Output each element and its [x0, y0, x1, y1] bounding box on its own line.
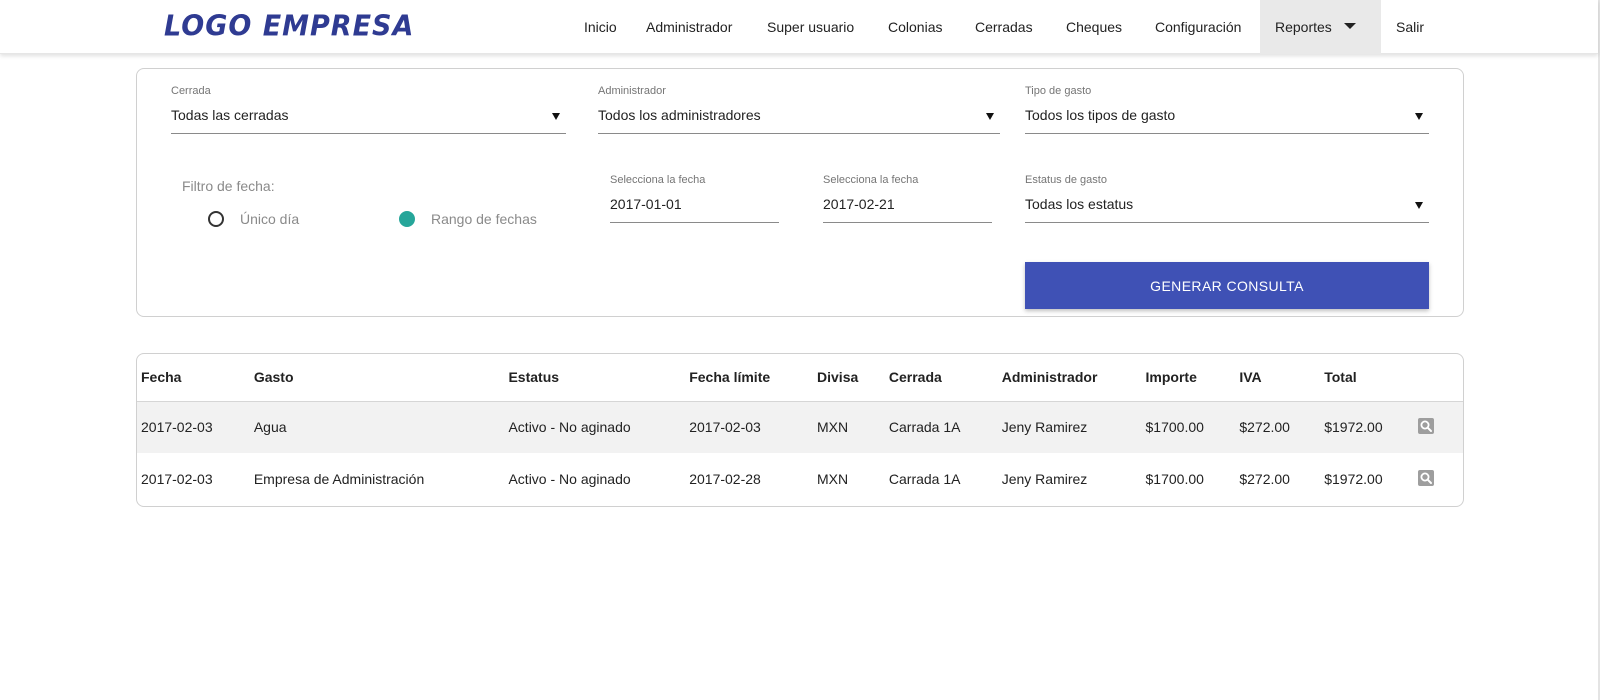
caret-down-icon — [552, 113, 560, 120]
cell-fecha: 2017-02-03 — [141, 471, 213, 487]
fecha-fin-label: Selecciona la fecha — [823, 174, 919, 186]
nav-administrador[interactable]: Administrador — [646, 0, 732, 54]
cell-gasto: Empresa de Administración — [253, 471, 425, 487]
radio-checked-icon — [399, 211, 415, 227]
tipo-gasto-value: Todos los tipos de gasto — [1025, 107, 1176, 123]
estatus-value: Todas los estatus — [1025, 196, 1134, 212]
cell-gasto: Agua — [253, 419, 287, 436]
search-document-icon[interactable] — [1417, 469, 1435, 487]
administrador-label: Administrador — [598, 85, 666, 97]
administrador-underline — [598, 133, 1000, 134]
nav-cerradas[interactable]: Cerradas — [975, 0, 1033, 54]
col-administrador[interactable]: Administrador — [997, 354, 1142, 402]
caret-down-icon — [1415, 202, 1423, 209]
col-estatus[interactable]: Estatus — [504, 354, 686, 402]
col-fecha[interactable]: Fecha — [137, 354, 250, 402]
cell-total: $1972.00 — [1324, 471, 1383, 487]
cerrada-label: Cerrada — [171, 85, 211, 97]
cell-iva: $272.00 — [1239, 471, 1290, 487]
fecha-inicio-label: Selecciona la fecha — [610, 174, 706, 186]
company-logo[interactable]: LOGO EMPRESA — [164, 10, 414, 43]
cerrada-value: Todas las cerradas — [171, 107, 289, 123]
chevron-down-icon — [1343, 23, 1356, 30]
generate-query-button[interactable]: GENERAR CONSULTA — [1025, 262, 1429, 309]
fecha-inicio-value: 2017-01-01 — [610, 196, 682, 212]
nav-cheques[interactable]: Cheques — [1066, 0, 1122, 54]
cell-fecha-limite: 2017-02-03 — [689, 419, 761, 436]
col-actions — [1417, 354, 1463, 402]
fecha-inicio-field[interactable]: Selecciona la fecha 2017-01-01 — [610, 174, 779, 224]
radio-unico-dia-label: Único día — [240, 211, 300, 227]
nav-configuracion[interactable]: Configuración — [1155, 0, 1241, 54]
fecha-fin-underline — [823, 222, 992, 223]
fecha-inicio-underline — [610, 222, 779, 223]
cell-cerrada: Carrada 1A — [888, 471, 961, 487]
date-filter-label: Filtro de fecha: — [182, 178, 275, 194]
administrador-select[interactable]: Administrador Todos los administradores — [598, 85, 1000, 135]
radio-unchecked-icon — [208, 211, 224, 227]
col-importe[interactable]: Importe — [1141, 354, 1236, 402]
results-table: Fecha Gasto Estatus Fecha límite Divisa … — [137, 354, 1463, 505]
top-navbar: LOGO EMPRESA Inicio Administrador Super … — [0, 0, 1598, 54]
table-header-row: Fecha Gasto Estatus Fecha límite Divisa … — [137, 354, 1463, 402]
caret-down-icon — [986, 113, 994, 120]
cell-cerrada: Carrada 1A — [888, 419, 961, 436]
cell-fecha: 2017-02-03 — [141, 419, 213, 436]
nav-salir[interactable]: Salir — [1396, 0, 1424, 54]
cerrada-underline — [171, 133, 566, 134]
cell-estatus: Activo - No aginado — [508, 419, 631, 436]
col-total[interactable]: Total — [1320, 354, 1418, 402]
nav-reportes-dropdown[interactable]: Reportes — [1260, 0, 1381, 54]
col-iva[interactable]: IVA — [1235, 354, 1321, 402]
tipo-gasto-select[interactable]: Tipo de gasto Todos los tipos de gasto — [1025, 85, 1429, 135]
search-document-icon[interactable] — [1417, 417, 1435, 435]
col-cerrada[interactable]: Cerrada — [884, 354, 998, 402]
cell-actions — [1417, 401, 1463, 453]
cell-iva: $272.00 — [1239, 419, 1290, 436]
cell-importe: $1700.00 — [1145, 419, 1204, 436]
estatus-label: Estatus de gasto — [1025, 174, 1107, 186]
table-row[interactable]: 2017-02-03 Agua Activo - No aginado 2017… — [137, 401, 1463, 453]
cell-divisa: MXN — [817, 419, 849, 436]
estatus-select[interactable]: Estatus de gasto Todas los estatus — [1025, 174, 1429, 224]
nav-colonias[interactable]: Colonias — [888, 0, 942, 54]
cell-total: $1972.00 — [1324, 419, 1383, 436]
cell-fecha-limite: 2017-02-28 — [689, 471, 761, 487]
cell-administrador: Jeny Ramirez — [1001, 419, 1088, 436]
filter-panel: Cerrada Todas las cerradas Administrador… — [136, 68, 1464, 317]
radio-rango-fechas-label: Rango de fechas — [431, 211, 537, 227]
cell-administrador: Jeny Ramirez — [1001, 471, 1088, 487]
fecha-fin-value: 2017-02-21 — [823, 196, 895, 212]
results-table-card: Fecha Gasto Estatus Fecha límite Divisa … — [136, 353, 1464, 507]
table-row[interactable]: 2017-02-03 Empresa de Administración Act… — [137, 453, 1463, 505]
col-fecha-limite[interactable]: Fecha límite — [685, 354, 814, 402]
fecha-fin-field[interactable]: Selecciona la fecha 2017-02-21 — [823, 174, 992, 224]
cerrada-select[interactable]: Cerrada Todas las cerradas — [171, 85, 566, 135]
col-gasto[interactable]: Gasto — [249, 354, 505, 402]
nav-inicio[interactable]: Inicio — [584, 0, 617, 54]
nav-reportes-label: Reportes — [1275, 19, 1332, 35]
cell-divisa: MXN — [817, 471, 849, 487]
col-divisa[interactable]: Divisa — [813, 354, 885, 402]
estatus-underline — [1025, 222, 1429, 223]
administrador-value: Todos los administradores — [598, 107, 761, 123]
cell-importe: $1700.00 — [1145, 471, 1204, 487]
cell-actions — [1417, 453, 1463, 505]
caret-down-icon — [1415, 113, 1423, 120]
tipo-gasto-label: Tipo de gasto — [1025, 85, 1092, 97]
tipo-gasto-underline — [1025, 133, 1429, 134]
cell-estatus: Activo - No aginado — [508, 471, 631, 487]
nav-super-usuario[interactable]: Super usuario — [767, 0, 854, 54]
radio-rango-fechas[interactable]: Rango de fechas — [399, 211, 537, 227]
radio-unico-dia[interactable]: Único día — [208, 211, 299, 227]
